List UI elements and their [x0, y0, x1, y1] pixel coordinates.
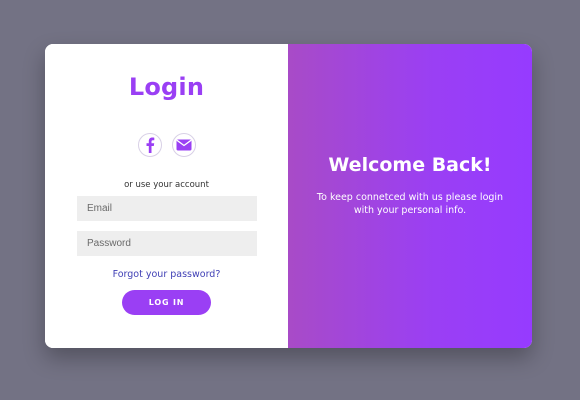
welcome-panel: Welcome Back! To keep connetced with us …	[288, 44, 532, 348]
welcome-title: Welcome Back!	[328, 154, 492, 176]
envelope-icon	[175, 139, 192, 151]
alt-login-text: or use your account	[124, 180, 209, 190]
facebook-login-button[interactable]	[137, 133, 162, 157]
password-input[interactable]	[77, 231, 257, 256]
welcome-text: To keep connetced with us please login w…	[316, 192, 504, 216]
login-panel: Login or use your account Forgot your pa…	[45, 44, 288, 348]
social-login-group	[45, 133, 288, 157]
login-title: Login	[128, 73, 205, 101]
email-input[interactable]	[77, 196, 257, 221]
login-button[interactable]: LOG IN	[122, 290, 211, 315]
facebook-icon	[146, 137, 154, 153]
forgot-password-link[interactable]: Forgot your password?	[45, 269, 288, 280]
email-login-button[interactable]	[171, 133, 196, 157]
login-card: Login or use your account Forgot your pa…	[45, 44, 532, 348]
